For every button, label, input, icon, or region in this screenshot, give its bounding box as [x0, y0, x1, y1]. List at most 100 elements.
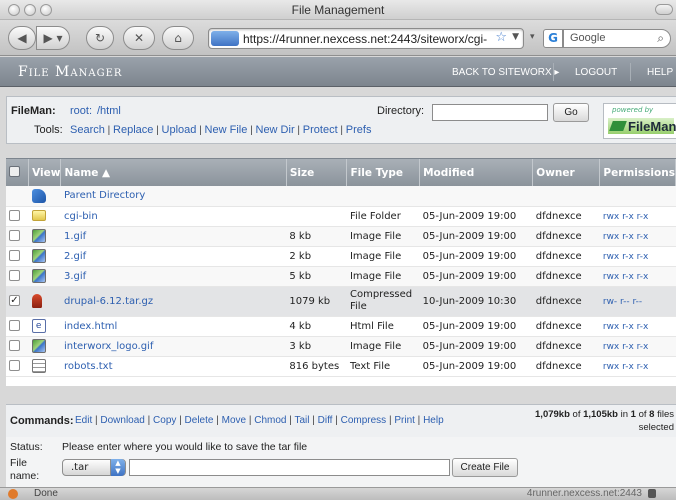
- parent-directory-link[interactable]: Parent Directory: [64, 190, 145, 201]
- html-file-icon[interactable]: e: [31, 319, 46, 333]
- row-checkbox-checked[interactable]: ✓: [9, 295, 20, 307]
- command-compress-link[interactable]: Compress: [341, 415, 387, 426]
- search-input[interactable]: Google ⌕: [563, 29, 671, 48]
- name-cell: 3.gif: [60, 266, 287, 287]
- table-row[interactable]: cgi-bin File Folder 05-Jun-2009 19:00 df…: [6, 206, 676, 227]
- table-row-selected[interactable]: ✓ drupal-6.12.tar.gz 1079 kb Compressed …: [6, 286, 676, 317]
- extension-select[interactable]: .tar ▲ ▼: [62, 459, 126, 476]
- row-checkbox[interactable]: [9, 360, 20, 372]
- site-identity-icon[interactable]: [211, 31, 239, 46]
- file-name-link[interactable]: interworx_logo.gif: [64, 341, 153, 352]
- image-file-icon[interactable]: [31, 249, 46, 263]
- logout-link[interactable]: LOGOUT: [575, 67, 617, 78]
- permissions-link[interactable]: rwx r-x r-x: [603, 212, 649, 222]
- tool-upload-link[interactable]: Upload: [162, 124, 197, 136]
- tool-new-file-link[interactable]: New File: [205, 124, 248, 136]
- file-name-link[interactable]: cgi-bin: [64, 211, 98, 222]
- url-dropdown-icon[interactable]: ▼: [512, 32, 519, 42]
- image-file-icon[interactable]: [31, 339, 46, 353]
- owner-column-header[interactable]: Owner: [532, 159, 601, 186]
- fileman-logo-icon: [609, 121, 627, 131]
- command-print-link[interactable]: Print: [394, 415, 415, 426]
- command-move-link[interactable]: Move: [222, 415, 246, 426]
- tool-replace-link[interactable]: Replace: [113, 124, 153, 136]
- tool-new-dir-link[interactable]: New Dir: [256, 124, 295, 136]
- table-row[interactable]: 3.gif 5 kb Image File 05-Jun-2009 19:00 …: [6, 266, 676, 287]
- create-file-button[interactable]: Create File: [452, 458, 518, 477]
- permissions-link[interactable]: rwx r-x r-x: [603, 232, 649, 242]
- path-dir-link[interactable]: /html: [97, 105, 121, 117]
- command-download-link[interactable]: Download: [100, 415, 144, 426]
- table-row[interactable]: robots.txt 816 bytes Text File 05-Jun-20…: [6, 356, 676, 377]
- image-file-icon[interactable]: [31, 269, 46, 283]
- permissions-link[interactable]: rwx r-x r-x: [603, 342, 649, 352]
- file-name-link[interactable]: index.html: [64, 321, 117, 332]
- tool-protect-link[interactable]: Protect: [303, 124, 338, 136]
- command-delete-link[interactable]: Delete: [185, 415, 214, 426]
- command-chmod-link[interactable]: Chmod: [254, 415, 286, 426]
- command-diff-link[interactable]: Diff: [318, 415, 333, 426]
- modified-column-header[interactable]: Modified: [419, 159, 534, 186]
- file-name-link[interactable]: drupal-6.12.tar.gz: [64, 296, 153, 307]
- name-column-header[interactable]: Name ▲: [60, 159, 287, 186]
- toolbar-toggle-button[interactable]: [655, 4, 673, 15]
- table-row[interactable]: e index.html 4 kb Html File 05-Jun-2009 …: [6, 316, 676, 337]
- permissions-link[interactable]: rwx r-x r-x: [603, 272, 649, 282]
- select-all-checkbox[interactable]: [9, 165, 20, 177]
- folder-icon[interactable]: [31, 210, 46, 222]
- search-engine-icon[interactable]: G: [543, 29, 563, 48]
- row-checkbox[interactable]: [9, 210, 20, 222]
- row-checkbox[interactable]: [9, 320, 20, 332]
- permissions-link[interactable]: rwx r-x r-x: [603, 362, 649, 372]
- app-header: File Manager BACK TO SITEWORX ▸ LOGOUT H…: [0, 57, 676, 87]
- search-icon[interactable]: ⌕: [657, 31, 664, 46]
- archive-file-icon[interactable]: [31, 294, 42, 308]
- row-checkbox[interactable]: [9, 250, 20, 262]
- modified-cell: 05-Jun-2009 19:00: [419, 336, 533, 357]
- text-file-icon[interactable]: [31, 359, 46, 373]
- path-root-link[interactable]: root:: [70, 105, 92, 117]
- file-name-link[interactable]: 2.gif: [64, 251, 86, 262]
- command-help-link[interactable]: Help: [423, 415, 444, 426]
- permissions-link[interactable]: rwx r-x r-x: [603, 322, 649, 332]
- file-name-link[interactable]: 1.gif: [64, 231, 86, 242]
- image-file-icon[interactable]: [31, 229, 46, 243]
- permissions-link[interactable]: rwx r-x r-x: [603, 252, 649, 262]
- row-checkbox[interactable]: [9, 340, 20, 352]
- go-button[interactable]: Go: [553, 103, 589, 122]
- modified-cell: 05-Jun-2009 19:00: [419, 246, 533, 267]
- url-bar[interactable]: https://4runner.nexcess.net:2443/sitewor…: [208, 28, 524, 49]
- row-checkbox[interactable]: [9, 230, 20, 242]
- permissions-link[interactable]: rw- r-- r--: [603, 297, 642, 307]
- lock-icon[interactable]: [648, 489, 656, 498]
- file-name-link[interactable]: 3.gif: [64, 271, 86, 282]
- table-row[interactable]: Parent Directory: [6, 186, 676, 207]
- reload-button[interactable]: ↻: [86, 26, 114, 50]
- table-row[interactable]: 2.gif 2 kb Image File 05-Jun-2009 19:00 …: [6, 246, 676, 267]
- command-copy-link[interactable]: Copy: [153, 415, 176, 426]
- permissions-cell: rwx r-x r-x: [599, 356, 676, 377]
- type-cell: Image File: [346, 226, 420, 247]
- directory-input[interactable]: [432, 104, 548, 121]
- home-button[interactable]: ⌂: [162, 26, 194, 50]
- powered-by-badge[interactable]: powered by FileMan: [603, 103, 676, 139]
- table-row[interactable]: 1.gif 8 kb Image File 05-Jun-2009 19:00 …: [6, 226, 676, 247]
- table-row[interactable]: interworx_logo.gif 3 kb Image File 05-Ju…: [6, 336, 676, 357]
- size-column-header[interactable]: Size: [286, 159, 348, 186]
- permissions-column-header[interactable]: Permissions: [599, 159, 676, 186]
- back-button[interactable]: ◀: [8, 26, 36, 50]
- back-to-siteworx-link[interactable]: BACK TO SITEWORX ▸: [452, 67, 559, 78]
- stop-button[interactable]: ✕: [123, 26, 155, 50]
- forward-button[interactable]: ▶ ▾: [36, 26, 70, 50]
- file-name-link[interactable]: robots.txt: [64, 361, 113, 372]
- command-edit-link[interactable]: Edit: [75, 415, 92, 426]
- help-link[interactable]: HELP: [647, 67, 673, 78]
- bookmark-star-icon[interactable]: ☆: [495, 30, 507, 45]
- tool-search-link[interactable]: Search: [70, 124, 105, 136]
- type-column-header[interactable]: File Type: [346, 159, 421, 186]
- tool-prefs-link[interactable]: Prefs: [346, 124, 372, 136]
- command-tail-link[interactable]: Tail: [294, 415, 309, 426]
- select-all-header[interactable]: [6, 159, 30, 186]
- row-checkbox[interactable]: [9, 270, 20, 282]
- file-name-input[interactable]: [129, 459, 450, 476]
